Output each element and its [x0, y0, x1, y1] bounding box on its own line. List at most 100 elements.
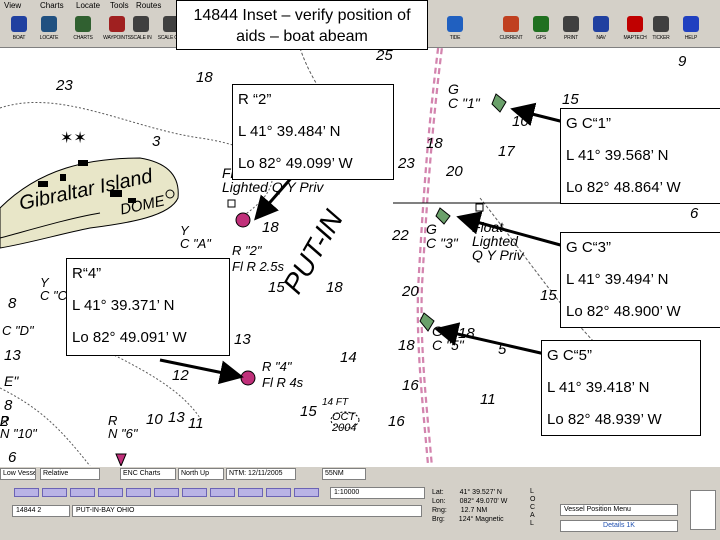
depth-sounding: 13: [234, 331, 251, 348]
progress-segment: [294, 488, 319, 497]
callout-r2-name: R “2”: [238, 91, 272, 108]
depth-sounding: 10: [146, 411, 163, 428]
zoom-in-icon: [133, 16, 149, 32]
lon-label: Lon:: [432, 498, 446, 505]
depth-sounding: 11: [480, 391, 496, 408]
callout-g3-name: G C“3”: [566, 239, 611, 256]
vessel-selector[interactable]: Low Vessel: [0, 468, 36, 480]
vessel-position-menu[interactable]: Vessel Position Menu: [560, 504, 678, 516]
local-indicator: LOCAL: [530, 488, 536, 527]
progress-segment: [42, 488, 67, 497]
callout-r4-name: R“4”: [72, 265, 102, 282]
float-label-2: Float Lighted Q Y Priv: [472, 219, 524, 263]
callout-g1: G C“1” L 41° 39.568’ N Lo 82° 48.864’ W: [560, 108, 720, 204]
menu-item[interactable]: View: [4, 1, 21, 10]
charts-selector[interactable]: ENC Charts: [120, 468, 176, 480]
depth-sounding: 5: [498, 341, 507, 358]
title-box: 14844 Inset – verify position of aids – …: [176, 0, 428, 50]
status-bar: Low Vessel Relative ENC Charts North Up …: [0, 466, 720, 480]
building: [60, 174, 66, 181]
depth-sounding: 18: [262, 219, 279, 236]
menu-item[interactable]: Charts: [40, 1, 64, 10]
toolbar-button-tide[interactable]: TIDE: [440, 14, 470, 46]
callout-g1-name: G C“1”: [566, 115, 611, 132]
toolbar-button-nav[interactable]: NAV: [586, 14, 616, 46]
toolbar-button-label: HELP: [684, 35, 698, 41]
callout-g3-lon: Lo 82° 48.900’ W: [566, 303, 681, 320]
progress-segment: [126, 488, 151, 497]
toolbar-button-charts[interactable]: CHARTS: [68, 14, 98, 46]
depth-sounding: 6: [690, 205, 699, 222]
progress-segment: [98, 488, 123, 497]
depth-note: 14 FT: [322, 397, 349, 408]
tool-selector[interactable]: Relative: [40, 468, 100, 480]
menu-item[interactable]: Tools: [110, 1, 129, 10]
building: [78, 160, 88, 166]
buoy-label-r4: R "4": [262, 359, 292, 374]
depth-sounding: 22: [392, 227, 409, 244]
depth-sounding: 15: [268, 279, 285, 296]
buoy-label-ya: YC "A": [180, 223, 211, 251]
range-mode[interactable]: 55NM: [322, 468, 366, 480]
brg-value: 124° Magnetic: [458, 516, 504, 523]
callout-r4-lon: Lo 82° 49.091’ W: [72, 329, 187, 346]
light-float: [227, 199, 236, 208]
toolbar-button-print[interactable]: PRINT: [556, 14, 586, 46]
gps-icon: [533, 16, 549, 32]
depth-sounding: 10: [512, 113, 529, 130]
depth-sounding: 18: [196, 69, 213, 86]
channel-route-line: [416, 48, 443, 466]
brg-label: Brg:: [432, 516, 445, 523]
callout-r2: R “2” L 41° 39.484’ N Lo 82° 49.099’ W: [232, 84, 394, 180]
lat-label: Lat:: [432, 489, 444, 496]
depth-sounding: 17: [498, 143, 515, 160]
callout-g5-lon: Lo 82° 48.939’ W: [547, 411, 662, 428]
depth-sounding: 8: [8, 295, 17, 312]
toolbar-button-ticker[interactable]: TICKER: [646, 14, 676, 46]
callout-g1-lat: L 41° 39.568’ N: [566, 147, 669, 164]
toolbar-button-scale-in[interactable]: SCALE IN: [126, 14, 156, 46]
depth-sounding: 15: [300, 403, 317, 420]
callout-g3: G C“3” L 41° 39.494’ N Lo 82° 48.900’ W: [560, 232, 720, 328]
toolbar-button-boat[interactable]: BOAT: [4, 14, 34, 46]
depth-sounding: 2: [0, 413, 9, 430]
depth-sounding: 18: [426, 135, 443, 152]
depth-sounding: 15: [562, 91, 579, 108]
scale-readout: 1:10000: [330, 487, 425, 499]
callout-g5: G C“5” L 41° 39.418’ N Lo 82° 48.939’ W: [541, 340, 701, 436]
buoy-label-r2: R "2": [232, 243, 262, 258]
tide-icon: [447, 16, 463, 32]
light-label-r4: Fl R 4s: [262, 375, 304, 390]
title-line-2: aids – boat abeam: [236, 28, 368, 45]
toolbar-button-current[interactable]: CURRENT: [496, 14, 526, 46]
callout-g5-lat: L 41° 39.418’ N: [547, 379, 650, 396]
toolbar-button-locate[interactable]: LOCATE: [34, 14, 64, 46]
nav-icon: [593, 16, 609, 32]
help-icon: [683, 16, 699, 32]
rng-label: Rng:: [432, 507, 447, 514]
buoy-label-e: E": [4, 373, 19, 389]
depth-sounding: 16: [402, 377, 419, 394]
menu-item[interactable]: Routes: [136, 1, 161, 10]
toolbar-button-label: CURRENT: [499, 35, 523, 41]
ntm-date: NTM: 12/11/2005: [226, 468, 296, 480]
depth-sounding: 13: [4, 347, 21, 364]
maptech-logo-icon: [627, 16, 643, 32]
depth-sounding: 23: [398, 155, 415, 172]
toolbar-button-label: SCALE IN: [130, 35, 152, 41]
toolbar-button-help[interactable]: HELP: [676, 14, 706, 46]
menu-item[interactable]: Locate: [76, 1, 100, 10]
rng-value: 12.7 NM: [460, 507, 488, 514]
depth-sounding: 14: [340, 349, 357, 366]
toolbar-button-gps[interactable]: GPS: [526, 14, 556, 46]
details-pane[interactable]: Details 1K: [560, 520, 678, 532]
depth-sounding: 20: [446, 163, 463, 180]
depth-sounding: 16: [388, 413, 405, 430]
toolbar-button-label: LOCATE: [39, 35, 59, 41]
side-panel-button[interactable]: [690, 490, 716, 530]
callout-r2-lon: Lo 82° 49.099’ W: [238, 155, 353, 172]
progress-segment: [238, 488, 263, 497]
depth-sounding: 20: [402, 283, 419, 300]
orientation-selector[interactable]: North Up: [178, 468, 224, 480]
red-buoy-2: [235, 212, 251, 228]
